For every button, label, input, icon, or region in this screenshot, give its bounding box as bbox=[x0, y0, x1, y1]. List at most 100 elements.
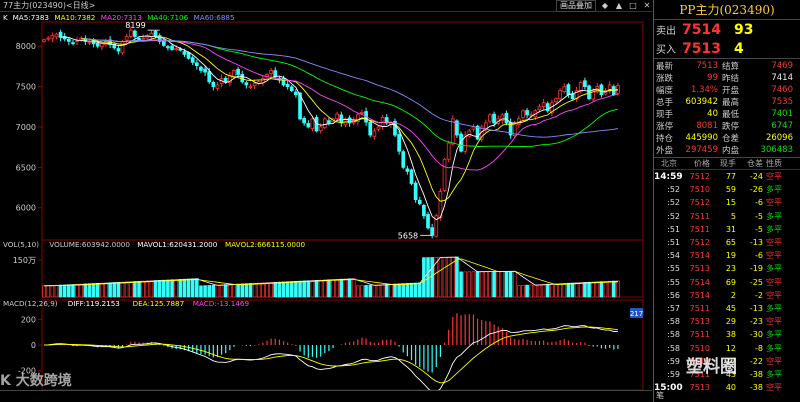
tick-oi-change: -22 bbox=[749, 356, 763, 366]
tick-row[interactable]: :57 7511 45 -13 多平 bbox=[654, 302, 800, 315]
restore-icon[interactable]: □ bbox=[628, 0, 638, 12]
candle bbox=[161, 41, 166, 46]
quote-table: 最新 7513 结算 7469 涨跌 99 昨结 7414 幅度 1.34% 开盘 7460 总手 603… bbox=[654, 59, 800, 158]
candle bbox=[75, 40, 79, 42]
volume-bar bbox=[112, 282, 117, 298]
volume-bar bbox=[484, 271, 488, 298]
candle bbox=[327, 120, 331, 124]
candle bbox=[587, 85, 591, 100]
candle bbox=[71, 42, 75, 45]
volume-bar bbox=[360, 285, 364, 298]
tick-row[interactable]: :56 7514 2 -2 空平 bbox=[654, 289, 800, 302]
ma-line-40 bbox=[85, 38, 618, 148]
quote-value: 7535 bbox=[771, 97, 793, 107]
tick-row[interactable]: :52 7511 5 -5 多平 bbox=[654, 210, 800, 223]
candle bbox=[215, 84, 220, 89]
volume-bar bbox=[463, 271, 467, 298]
quote-label: 开盘 bbox=[722, 86, 740, 96]
tick-row[interactable]: 14:59 7512 77 -24 空平 bbox=[654, 170, 800, 183]
quote-row: 涨停 8081 跌停 6747 bbox=[654, 120, 800, 132]
candle bbox=[446, 142, 451, 160]
dea-line bbox=[44, 326, 618, 384]
volume-bar bbox=[545, 283, 550, 298]
quote-value: 26096 bbox=[765, 133, 793, 143]
candle bbox=[244, 82, 249, 86]
tick-row[interactable]: 15:00 7513 40 -38 空平 bbox=[654, 381, 800, 394]
candle bbox=[42, 39, 46, 42]
candle bbox=[426, 214, 430, 229]
tick-volume: 15 bbox=[725, 198, 736, 208]
candle bbox=[174, 48, 179, 51]
tick-price: 7513 bbox=[689, 264, 710, 274]
tick-time: :52 bbox=[667, 211, 680, 221]
volume-bar bbox=[343, 278, 348, 298]
bid-price: 7513 bbox=[682, 40, 721, 57]
bid-row[interactable]: 买入 7513 4 bbox=[654, 39, 800, 58]
settings-icon[interactable]: ◆ bbox=[600, 0, 610, 12]
tick-row[interactable]: :52 7512 15 -6 空平 bbox=[654, 196, 800, 209]
quote-row: 持仓 445990 仓差 26096 bbox=[654, 132, 800, 144]
volume-bar bbox=[347, 278, 352, 298]
volume-bar bbox=[492, 271, 496, 298]
annotation-label: 5658 bbox=[398, 231, 418, 240]
volume-bar bbox=[87, 283, 92, 298]
ask-row[interactable]: 卖出 7514 93 bbox=[654, 20, 800, 39]
volume-bar bbox=[467, 271, 472, 298]
quote-row: 外盘 297459 内盘 306483 bbox=[654, 144, 800, 156]
y-tick-label: 7500 bbox=[16, 83, 36, 92]
tick-row[interactable]: :58 7513 29 -23 空平 bbox=[654, 315, 800, 328]
volume-bar bbox=[475, 271, 480, 298]
tick-row[interactable]: :55 7514 69 -25 空平 bbox=[654, 276, 800, 289]
volume-bar bbox=[75, 283, 79, 298]
volume-bar bbox=[331, 279, 335, 298]
chart-area[interactable]: K MA5:7383 MA10:7382 MA20:7313 MA40:7106 MA60… bbox=[0, 12, 652, 402]
instrument-title[interactable]: PP主力(023490) bbox=[654, 0, 800, 20]
volume-bar bbox=[356, 285, 360, 298]
candle bbox=[335, 113, 340, 120]
main-legend-0: K bbox=[3, 13, 8, 22]
tick-row[interactable]: :54 7514 19 -6 空平 bbox=[654, 249, 800, 262]
tick-type: 空平 bbox=[766, 317, 782, 327]
tick-row[interactable]: :51 7512 65 -13 空平 bbox=[654, 236, 800, 249]
tick-price: 7512 bbox=[689, 198, 710, 208]
volume-bar bbox=[587, 281, 591, 298]
volume-bar bbox=[550, 283, 554, 298]
tick-price: 7511 bbox=[689, 224, 710, 234]
candle bbox=[318, 126, 323, 132]
tick-oi-change: -38 bbox=[749, 369, 763, 379]
tick-oi-change: -26 bbox=[749, 185, 763, 195]
tick-time: :52 bbox=[667, 185, 680, 195]
volume-bar bbox=[599, 281, 604, 298]
tick-row[interactable]: :55 7513 23 -19 多平 bbox=[654, 262, 800, 275]
maximize-icon[interactable]: ▲ bbox=[614, 0, 624, 12]
tick-row[interactable]: :52 7510 59 -26 多平 bbox=[654, 183, 800, 196]
quote-value: 445990 bbox=[685, 133, 718, 143]
tick-type: 空平 bbox=[766, 356, 782, 366]
volume-bar bbox=[595, 281, 600, 298]
overlay-link[interactable]: 画品叠加 bbox=[556, 0, 596, 12]
volume-bar bbox=[104, 282, 108, 298]
candle bbox=[223, 77, 228, 83]
candle bbox=[566, 84, 571, 96]
tick-row[interactable]: :51 7511 31 -5 多平 bbox=[654, 223, 800, 236]
quote-value: 99 bbox=[707, 73, 718, 83]
tick-price: 7512 bbox=[689, 238, 710, 248]
tick-volume: 40 bbox=[725, 383, 736, 393]
candle bbox=[537, 106, 542, 111]
tick-price: 7514 bbox=[689, 290, 710, 300]
quote-label: 幅度 bbox=[656, 86, 674, 96]
tick-type: 多平 bbox=[766, 330, 782, 340]
quote-label: 涨跌 bbox=[656, 74, 674, 84]
volume-bar bbox=[554, 283, 558, 298]
tick-type: 多平 bbox=[766, 224, 782, 234]
ticks-header-price: 价格 bbox=[694, 159, 710, 168]
candle bbox=[116, 48, 121, 52]
tick-type: 空平 bbox=[766, 172, 782, 182]
volume-bar bbox=[574, 282, 579, 298]
volume-bar bbox=[256, 282, 261, 298]
chart-svg[interactable]: K MA5:7383 MA10:7382 MA20:7313 MA40:7106 MA60… bbox=[0, 12, 652, 402]
quote-value: 7460 bbox=[771, 85, 793, 95]
tick-row[interactable]: :58 7511 38 -30 多平 bbox=[654, 328, 800, 341]
close-icon[interactable]: ✕ bbox=[642, 0, 652, 12]
candle bbox=[492, 113, 496, 124]
